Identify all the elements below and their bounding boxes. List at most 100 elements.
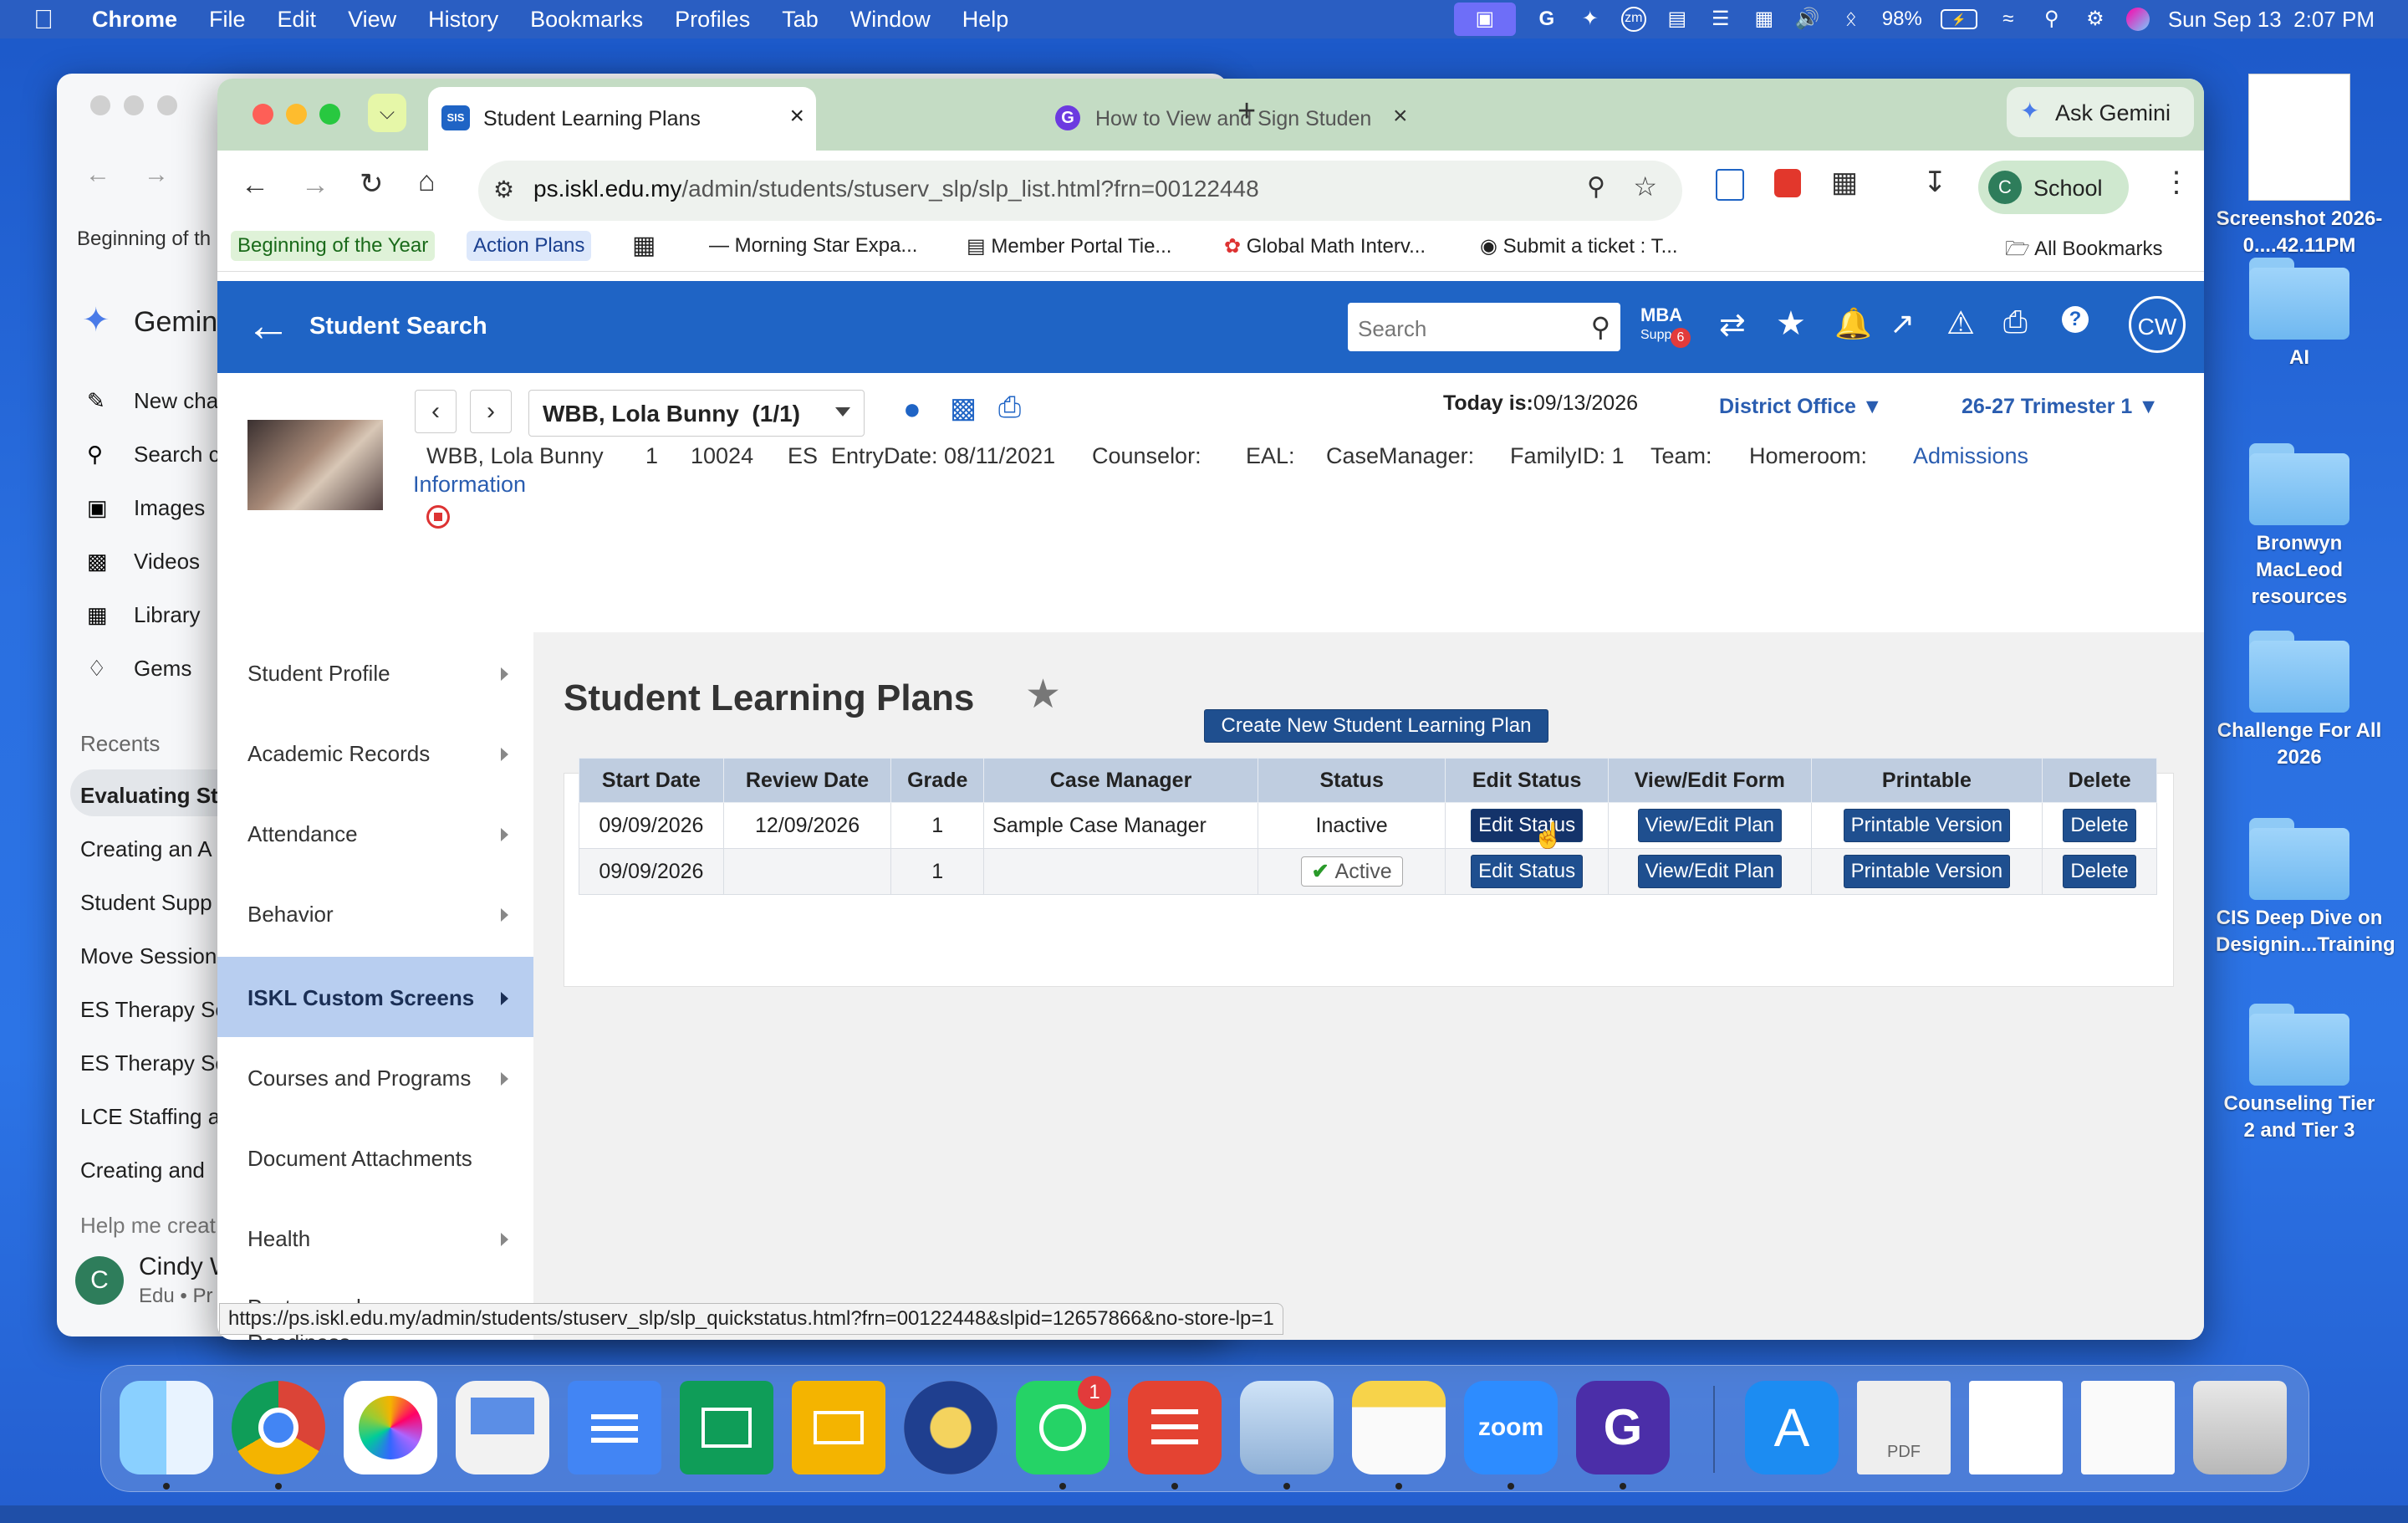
- extension-icon[interactable]: [1774, 169, 1801, 197]
- nav-new-chat[interactable]: New chat: [134, 388, 224, 414]
- menu-bookmarks[interactable]: Bookmarks: [530, 7, 643, 33]
- reload-icon[interactable]: ↻: [360, 167, 384, 201]
- desktop-folder[interactable]: AI: [2216, 258, 2383, 371]
- ask-gemini-button[interactable]: ✦ Ask Gemini: [2007, 87, 2194, 137]
- google-sheets-icon[interactable]: [680, 1381, 773, 1474]
- stop-alert-icon[interactable]: [426, 505, 450, 529]
- todoist-icon[interactable]: [1128, 1381, 1222, 1474]
- spotlight-search-icon[interactable]: ⚲: [2039, 8, 2064, 30]
- more-menu-icon[interactable]: ⋮: [2162, 166, 2191, 199]
- extensions-puzzle-icon[interactable]: ▦: [1831, 166, 1858, 199]
- menu-history[interactable]: History: [428, 7, 498, 33]
- screenshot-thumbnail-icon[interactable]: [2081, 1381, 2175, 1474]
- google-docs-icon[interactable]: [568, 1381, 661, 1474]
- create-plan-button[interactable]: Create New Student Learning Plan: [1204, 709, 1548, 743]
- grammarly-status-icon[interactable]: G: [1534, 8, 1559, 30]
- nav-iskl-custom-screens[interactable]: ISKL Custom Screens: [217, 957, 533, 1037]
- screen-share-icon[interactable]: ▣: [1453, 3, 1516, 36]
- view-edit-plan-button[interactable]: View/Edit Plan: [1637, 809, 1782, 842]
- nav-gems[interactable]: Gems: [134, 656, 191, 682]
- favorite-star-plus-icon[interactable]: ★: [1025, 671, 1061, 718]
- favorites-star-icon[interactable]: ★: [1776, 304, 1806, 343]
- apple-icon[interactable]: : [33, 4, 54, 35]
- volume-icon[interactable]: 🔊: [1795, 8, 1820, 30]
- printable-version-button[interactable]: Printable Version: [1843, 809, 2011, 842]
- menu-file[interactable]: File: [209, 7, 246, 33]
- recent-item[interactable]: ES Therapy Sc: [80, 1050, 226, 1076]
- bookmark-item[interactable]: ◉ Submit a ticket : T...: [1480, 234, 1678, 258]
- student-search-link[interactable]: Student Search: [309, 313, 487, 340]
- map-pin-icon[interactable]: ●: [903, 391, 921, 427]
- stack-icon[interactable]: ☰: [1708, 8, 1733, 30]
- help-link[interactable]: Help me creat: [80, 1213, 216, 1239]
- finder-icon[interactable]: [120, 1381, 213, 1474]
- url-text[interactable]: ps.iskl.edu.my/admin/students/stuserv_sl…: [533, 176, 1259, 202]
- home-icon[interactable]: ⌂: [418, 166, 436, 198]
- notes-icon[interactable]: [1352, 1381, 1446, 1474]
- back-arrow-icon[interactable]: ←: [85, 161, 110, 189]
- bookmark-star-icon[interactable]: ☆: [1633, 171, 1657, 202]
- menu-clock[interactable]: Sun Sep 13 2:07 PM: [2168, 7, 2375, 33]
- grammarly-icon[interactable]: G: [1576, 1381, 1670, 1474]
- extension-icon[interactable]: [1716, 169, 1744, 201]
- close-window-icon[interactable]: [90, 95, 110, 115]
- recent-item[interactable]: Move Session: [80, 943, 217, 969]
- all-bookmarks-button[interactable]: 🗁 All Bookmarks: [2005, 234, 2162, 268]
- recent-item[interactable]: LCE Staffing a: [80, 1104, 220, 1130]
- external-link-icon[interactable]: ↗: [1890, 306, 1915, 341]
- nav-student-profile[interactable]: Student Profile: [217, 632, 533, 713]
- menu-profiles[interactable]: Profiles: [675, 7, 750, 33]
- recent-item[interactable]: Student Supp: [80, 890, 212, 916]
- edit-status-button[interactable]: Edit Status: [1471, 809, 1584, 842]
- previous-student-button[interactable]: ‹: [415, 390, 457, 433]
- bookmark-item[interactable]: Action Plans: [467, 231, 592, 261]
- zoom-icon[interactable]: zoom: [1464, 1381, 1558, 1474]
- nav-library[interactable]: Library: [134, 602, 200, 628]
- back-arrow-icon[interactable]: ←: [241, 169, 269, 202]
- student-select[interactable]: WBB, Lola Bunny (1/1): [528, 390, 865, 437]
- back-arrow-icon[interactable]: ←: [246, 299, 291, 351]
- control-center-icon[interactable]: ⚙: [2083, 8, 2108, 30]
- desktop-file[interactable]: Screenshot 2026-0....42.11PM: [2216, 74, 2383, 259]
- menu-app-name[interactable]: Chrome: [92, 7, 177, 33]
- zoom-window-icon[interactable]: [157, 95, 177, 115]
- view-edit-plan-button[interactable]: View/Edit Plan: [1637, 855, 1782, 888]
- help-icon[interactable]: ?: [2062, 306, 2089, 333]
- tab-student-learning-plans[interactable]: SIS Student Learning Plans ×: [428, 87, 816, 151]
- menu-tab[interactable]: Tab: [782, 7, 819, 33]
- zoom-icon[interactable]: ⚲: [1587, 172, 1605, 202]
- zoom-window-icon[interactable]: [319, 104, 340, 125]
- nav-health[interactable]: Health: [217, 1198, 533, 1278]
- wifi-icon[interactable]: ≈: [1996, 8, 2021, 30]
- forward-arrow-icon[interactable]: →: [301, 169, 329, 202]
- mba-support-button[interactable]: MBA Supp 6: [1639, 303, 1691, 355]
- edit-status-button[interactable]: Edit Status: [1471, 855, 1584, 888]
- avatar[interactable]: C: [75, 1256, 124, 1305]
- minimize-window-icon[interactable]: [286, 104, 307, 125]
- desktop-folder[interactable]: Challenge For All 2026: [2216, 631, 2383, 771]
- desktop-folder[interactable]: Counseling Tier 2 and Tier 3: [2216, 1004, 2383, 1144]
- alert-triangle-icon[interactable]: ⚠: [1946, 304, 1975, 342]
- hierarchy-icon[interactable]: ▩: [950, 391, 977, 425]
- nav-videos[interactable]: Videos: [134, 549, 200, 575]
- forward-arrow-icon[interactable]: →: [144, 161, 169, 189]
- close-tab-icon[interactable]: ×: [789, 102, 804, 130]
- profile-button[interactable]: C School: [1978, 161, 2129, 214]
- bluetooth-icon[interactable]: ᛟ: [1839, 8, 1864, 30]
- desktop-folder[interactable]: Bronwyn MacLeod resources: [2216, 443, 2383, 611]
- recent-item[interactable]: Creating and: [80, 1158, 205, 1183]
- menu-view[interactable]: View: [348, 7, 396, 33]
- bookmark-item[interactable]: — Morning Star Expa...: [709, 234, 917, 258]
- print-icon[interactable]: ⎙: [2003, 304, 2028, 340]
- google-slides-icon[interactable]: [792, 1381, 885, 1474]
- information-link[interactable]: Information: [413, 472, 526, 498]
- zoom-status-icon[interactable]: zm: [1620, 7, 1646, 32]
- print-icon[interactable]: ⎙: [998, 391, 1021, 424]
- siri-icon[interactable]: [2125, 8, 2150, 31]
- iskl-crest-icon[interactable]: [904, 1381, 997, 1474]
- caption-icon[interactable]: ▦: [1752, 8, 1777, 30]
- bookmark-item[interactable]: Beginning of the Year: [231, 231, 436, 261]
- message-icon[interactable]: ▤: [1665, 8, 1690, 30]
- nav-images[interactable]: Images: [134, 495, 205, 521]
- next-student-button[interactable]: ›: [470, 390, 512, 433]
